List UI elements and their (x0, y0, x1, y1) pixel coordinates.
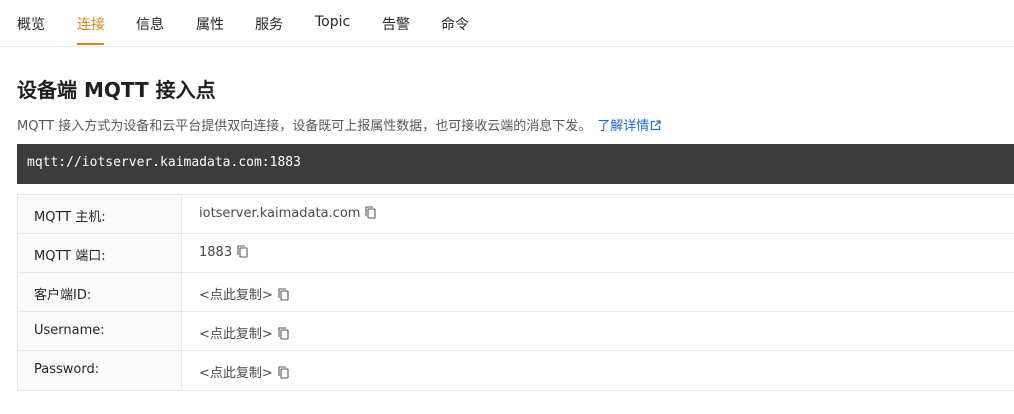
endpoint-url: mqtt://iotserver.kaimadata.com:1883 (27, 155, 301, 170)
table-row: Password: <点此复制> (18, 351, 1014, 390)
external-link-icon (650, 120, 661, 135)
copy-icon[interactable] (237, 245, 248, 262)
row-label: MQTT 端口: (34, 249, 106, 264)
row-label: Password: (34, 362, 100, 377)
copy-icon[interactable] (278, 288, 289, 305)
tab-alarms[interactable]: 告警 (382, 14, 410, 34)
tab-info[interactable]: 信息 (136, 14, 164, 34)
tab-bar: 概览 连接 信息 属性 服务 Topic 告警 命令 (0, 0, 1014, 47)
page-title: 设备端 MQTT 接入点 (17, 78, 216, 102)
row-label-cell: MQTT 端口: (18, 234, 182, 272)
tab-services[interactable]: 服务 (255, 14, 283, 34)
tab-topic[interactable]: Topic (315, 14, 350, 30)
copy-icon[interactable] (278, 366, 289, 383)
row-label-cell: Username: (18, 312, 182, 350)
row-label: MQTT 主机: (34, 210, 106, 225)
learn-more-link[interactable]: 了解详情 (597, 119, 661, 134)
table-row: 客户端ID: <点此复制> (18, 273, 1014, 312)
tab-properties[interactable]: 属性 (196, 14, 224, 34)
row-value-cell: <点此复制> (199, 323, 289, 344)
tab-connection[interactable]: 连接 (77, 14, 105, 34)
connection-details-table: MQTT 主机: iotserver.kaimadata.com MQTT 端口… (17, 194, 1014, 391)
table-row: MQTT 端口: 1883 (18, 234, 1014, 273)
row-value-cell: <点此复制> (199, 362, 289, 383)
row-value-cell: iotserver.kaimadata.com (199, 206, 377, 223)
tab-overview[interactable]: 概览 (17, 14, 45, 34)
copy-icon[interactable] (365, 206, 377, 223)
tab-commands[interactable]: 命令 (441, 14, 469, 34)
username-value[interactable]: <点此复制> (199, 327, 273, 342)
row-label: 客户端ID: (34, 288, 92, 303)
row-label-cell: 客户端ID: (18, 273, 182, 311)
active-tab-indicator (77, 43, 104, 45)
row-label-cell: Password: (18, 351, 182, 390)
table-row: Username: <点此复制> (18, 312, 1014, 351)
description-text: MQTT 接入方式为设备和云平台提供双向连接，设备既可上报属性数据，也可接收云端… (17, 119, 592, 134)
mqtt-host-value: iotserver.kaimadata.com (199, 206, 361, 221)
password-value[interactable]: <点此复制> (199, 366, 273, 381)
mqtt-port-value: 1883 (199, 245, 233, 260)
learn-more-label: 了解详情 (597, 119, 650, 134)
section-description: MQTT 接入方式为设备和云平台提供双向连接，设备既可上报属性数据，也可接收云端… (17, 115, 661, 135)
row-value-cell: <点此复制> (199, 284, 289, 305)
row-label-cell: MQTT 主机: (18, 195, 182, 233)
client-id-value[interactable]: <点此复制> (199, 288, 273, 303)
table-row: MQTT 主机: iotserver.kaimadata.com (18, 195, 1014, 234)
row-value-cell: 1883 (199, 245, 248, 262)
endpoint-code-block: mqtt://iotserver.kaimadata.com:1883 (17, 144, 1014, 184)
copy-icon[interactable] (278, 327, 289, 344)
row-label: Username: (34, 323, 105, 338)
